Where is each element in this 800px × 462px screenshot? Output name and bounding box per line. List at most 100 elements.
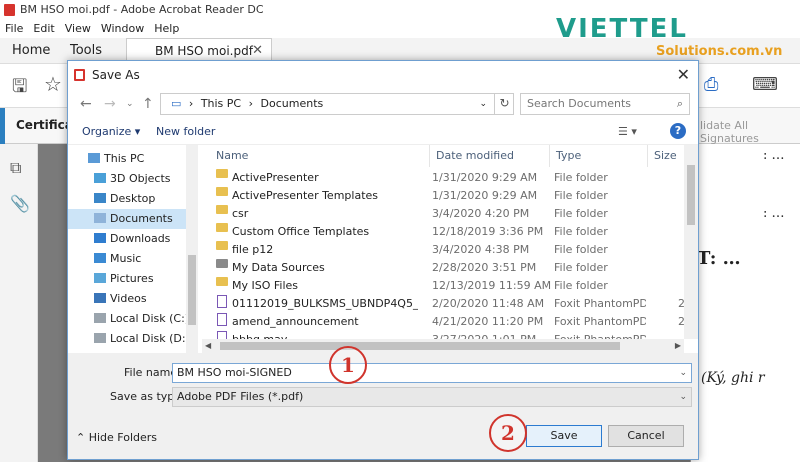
up-icon[interactable]: ↑	[142, 89, 154, 119]
menu-edit[interactable]: Edit	[28, 20, 59, 38]
tree-item-desktop[interactable]: Desktop	[94, 189, 155, 209]
file-date: 4/21/2020 11:20 PM	[432, 315, 544, 328]
tree-label: Documents	[110, 212, 173, 225]
file-name-value: BM HSO moi-SIGNED	[177, 366, 292, 379]
save-icon[interactable]: 🖫	[12, 74, 27, 104]
close-icon[interactable]: ✕	[677, 61, 690, 89]
tree-item-local-disk-c[interactable]: Local Disk (C:)	[94, 309, 186, 329]
help-icon[interactable]: ?	[670, 123, 686, 139]
column-date[interactable]: Date modified	[430, 145, 550, 167]
tree-item-videos[interactable]: Videos	[94, 289, 147, 309]
pc-icon	[88, 153, 100, 163]
breadcrumb-documents[interactable]: Documents	[261, 94, 324, 114]
tree-label: Downloads	[110, 232, 171, 245]
view-options-icon[interactable]: ☰ ▾	[618, 119, 637, 145]
scroll-thumb[interactable]	[687, 165, 695, 225]
file-type: Foxit PhantomPDF...	[554, 315, 646, 328]
tree-item-local-disk-d[interactable]: Local Disk (D:)	[94, 329, 186, 349]
scroll-right-icon[interactable]: ▶	[675, 339, 681, 353]
chevron-down-icon: ⌄	[679, 392, 687, 402]
forward-icon[interactable]: →	[104, 89, 116, 119]
hide-folders-button[interactable]: ⌃ Hide Folders	[76, 431, 157, 444]
breadcrumb-this-pc[interactable]: This PC	[201, 94, 241, 114]
folder-icon	[216, 277, 228, 286]
file-list-scrollbar[interactable]	[684, 145, 698, 339]
save-as-dialog: Save As ✕ ← → ⌄ ↑ ▭ › This PC › Document…	[67, 60, 699, 460]
menu-window[interactable]: Window	[96, 20, 149, 38]
search-input[interactable]: Search Documents ⌕	[520, 93, 690, 115]
picture-icon	[94, 273, 106, 283]
tree-item-music[interactable]: Music	[94, 249, 141, 269]
refresh-icon[interactable]: ↻	[494, 93, 514, 115]
address-bar[interactable]: ▭ › This PC › Documents ⌄	[160, 93, 514, 115]
tree-label: Local Disk (C:)	[110, 312, 186, 325]
tab-home[interactable]: Home	[12, 38, 50, 64]
pdf-icon	[74, 69, 85, 81]
keyboard-icon[interactable]: ⌨	[752, 74, 778, 95]
tree-item-documents[interactable]: Documents	[68, 209, 186, 229]
print-icon[interactable]: ⎙	[704, 74, 718, 95]
tree-item-3d-objects[interactable]: 3D Objects	[94, 169, 171, 189]
download-icon	[94, 233, 106, 243]
file-date: 3/4/2020 4:38 PM	[432, 243, 530, 256]
save-button[interactable]: Save	[526, 425, 602, 447]
scroll-thumb[interactable]	[220, 342, 620, 350]
folder-icon	[216, 205, 228, 214]
new-folder-button[interactable]: New folder	[156, 119, 215, 145]
pc-icon: ▭	[171, 97, 182, 110]
chevron-up-icon: ⌃	[76, 431, 89, 444]
horizontal-scrollbar[interactable]: ◀ ▶	[202, 339, 684, 353]
file-row[interactable]: ActivePresenter Templates 1/31/2020 9:29 …	[202, 187, 672, 205]
validate-signatures-button[interactable]: lidate All Signatures	[700, 119, 800, 145]
save-type-value: Adobe PDF Files (*.pdf)	[177, 390, 304, 403]
file-row[interactable]: amend_announcement 4/21/2020 11:20 PM Foxi…	[202, 313, 685, 331]
file-date: 2/20/2020 11:48 AM	[432, 297, 545, 310]
doc-line-4: (Ký, ghi r	[701, 370, 765, 386]
folder-icon	[216, 169, 228, 178]
file-row[interactable]: csr 3/4/2020 4:20 PM File folder	[202, 205, 672, 223]
menu-file[interactable]: File	[0, 20, 28, 38]
file-type: File folder	[554, 225, 608, 238]
recent-chevron-icon[interactable]: ⌄	[126, 89, 134, 119]
file-name: 01112019_BULKSMS_UBNDP4Q5_BBDT_1...	[232, 297, 418, 310]
tree-item-this-pc[interactable]: This PC	[88, 149, 144, 169]
file-name-input[interactable]: BM HSO moi-SIGNED ⌄	[172, 363, 692, 383]
scroll-left-icon[interactable]: ◀	[205, 339, 211, 353]
file-row[interactable]: ActivePresenter 1/31/2020 9:29 AM File fol…	[202, 169, 672, 187]
column-size[interactable]: Size	[648, 145, 688, 167]
star-icon[interactable]: ☆	[44, 72, 62, 96]
pages-icon[interactable]: ⧉	[10, 158, 21, 178]
chevron-right-icon: ›	[188, 97, 194, 110]
file-row[interactable]: file p12 3/4/2020 4:38 PM File folder	[202, 241, 672, 259]
cancel-button[interactable]: Cancel	[608, 425, 684, 447]
column-name[interactable]: Name	[210, 145, 430, 167]
file-row[interactable]: 01112019_BULKSMS_UBNDP4Q5_BBDT_1... 2/20/…	[202, 295, 685, 313]
save-options-panel: File name: BM HSO moi-SIGNED ⌄ Save as t…	[68, 353, 698, 459]
cert-accent	[0, 108, 5, 144]
tree-scrollbar[interactable]	[186, 145, 198, 353]
attachment-icon[interactable]: 📎	[10, 194, 30, 213]
save-type-select[interactable]: Adobe PDF Files (*.pdf) ⌄	[172, 387, 692, 407]
file-row[interactable]: My Data Sources 2/28/2020 3:51 PM File fol…	[202, 259, 672, 277]
file-type: File folder	[554, 261, 608, 274]
acrobat-icon	[4, 4, 15, 16]
address-dropdown-icon[interactable]: ⌄	[479, 94, 487, 114]
file-date: 1/31/2020 9:29 AM	[432, 189, 538, 202]
file-row[interactable]: My ISO Files 12/13/2019 11:59 AM File fold…	[202, 277, 672, 295]
chevron-down-icon[interactable]: ⌄	[679, 364, 687, 382]
menu-view[interactable]: View	[60, 20, 96, 38]
scroll-thumb[interactable]	[188, 255, 196, 325]
disk-icon	[94, 313, 106, 323]
file-row[interactable]: Custom Office Templates 12/18/2019 3:36 P…	[202, 223, 672, 241]
tree-label: This PC	[104, 152, 145, 165]
callout-2: 2	[489, 414, 527, 452]
column-type[interactable]: Type	[550, 145, 648, 167]
file-type: File folder	[554, 171, 608, 184]
tree-item-downloads[interactable]: Downloads	[94, 229, 170, 249]
tree-item-pictures[interactable]: Pictures	[94, 269, 154, 289]
back-icon[interactable]: ←	[80, 89, 92, 119]
search-icon: ⌕	[676, 97, 683, 110]
file-name: My Data Sources	[232, 261, 325, 274]
organize-button[interactable]: Organize ▾	[82, 119, 140, 145]
menu-help[interactable]: Help	[149, 20, 184, 38]
